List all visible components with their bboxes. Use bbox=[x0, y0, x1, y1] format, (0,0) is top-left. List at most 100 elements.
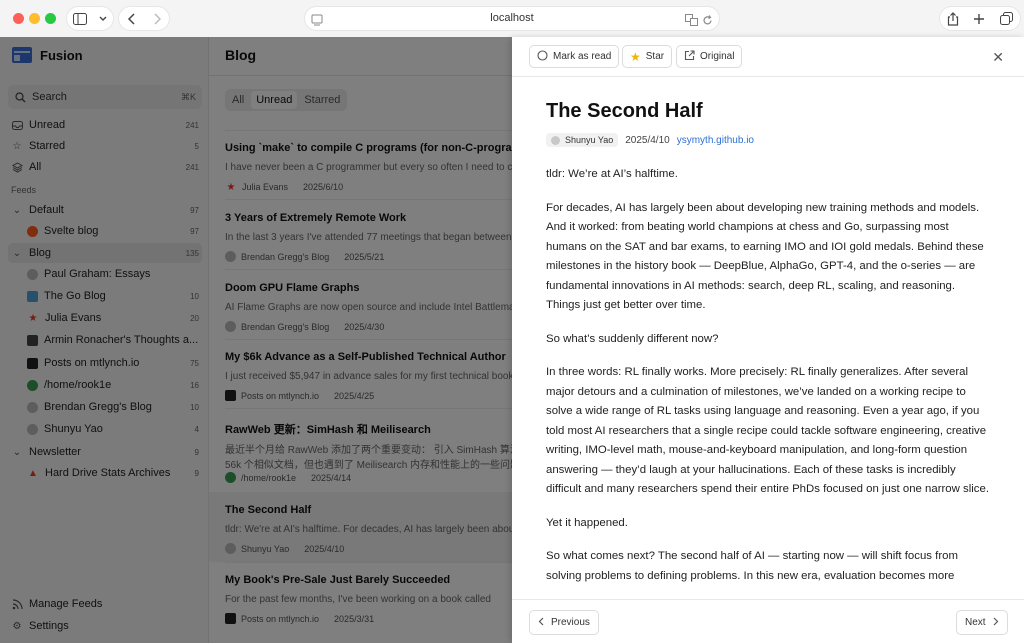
article-title: The Second Half bbox=[546, 100, 703, 122]
article-source-link[interactable]: ysymyth.github.io bbox=[677, 135, 754, 146]
feed-label: Julia Evans bbox=[45, 312, 102, 324]
entry-summary: AI Flame Graphs are now open source and … bbox=[225, 302, 512, 313]
share-icon[interactable] bbox=[947, 11, 959, 26]
close-icon[interactable]: ✕ bbox=[992, 49, 1004, 66]
star-button[interactable]: ★ Star bbox=[622, 45, 673, 68]
nav-all[interactable]: All 241 bbox=[8, 157, 202, 177]
list-item[interactable]: 3 Years of Extremely Remote Work In the … bbox=[225, 212, 512, 262]
entry-feed: Julia Evans bbox=[242, 182, 289, 192]
address-bar[interactable]: localhost bbox=[305, 7, 719, 30]
feed-count: 16 bbox=[190, 380, 199, 390]
entry-title: My $6k Advance as a Self-Published Techn… bbox=[225, 351, 506, 363]
feed-count: 10 bbox=[190, 291, 199, 301]
go-gopher-icon bbox=[27, 290, 38, 302]
feed-svelte-blog[interactable]: Svelte blog 97 bbox=[24, 221, 202, 241]
url-text: localhost bbox=[490, 12, 534, 24]
next-button[interactable]: Next bbox=[956, 610, 1008, 635]
nav-unread-count: 241 bbox=[185, 120, 199, 130]
entry-summary: tldr: We're at AI's halftime. For decade… bbox=[225, 524, 512, 535]
globe-icon bbox=[225, 543, 236, 554]
feed-armin-ronacher[interactable]: Armin Ronacher's Thoughts a... bbox=[24, 330, 202, 350]
chevron-down-icon[interactable]: ⌄ bbox=[11, 204, 23, 216]
feed-mtlynch[interactable]: Posts on mtlynch.io 75 bbox=[24, 353, 202, 373]
feed-label: The Go Blog bbox=[44, 290, 106, 302]
external-link-icon bbox=[684, 49, 695, 64]
list-item[interactable]: My $6k Advance as a Self-Published Techn… bbox=[225, 351, 512, 401]
svelte-icon bbox=[27, 225, 38, 237]
nav-starred[interactable]: ☆ Starred 5 bbox=[8, 136, 202, 156]
feed-count: 10 bbox=[190, 402, 199, 412]
gear-icon: ⚙ bbox=[12, 620, 22, 632]
globe-icon bbox=[225, 321, 236, 332]
list-item[interactable]: Using `make` to compile C programs (for … bbox=[225, 142, 512, 193]
sidebar-toggle-icon[interactable] bbox=[73, 12, 87, 25]
new-tab-icon[interactable] bbox=[973, 13, 985, 25]
feed-paul-graham[interactable]: Paul Graham: Essays bbox=[24, 264, 202, 284]
feed-julia-evans[interactable]: ★ Julia Evans 20 bbox=[24, 308, 202, 328]
entry-title: 3 Years of Extremely Remote Work bbox=[225, 212, 407, 224]
feed-rook1e[interactable]: /home/rook1e 16 bbox=[24, 375, 202, 395]
nav-unread[interactable]: Unread 241 bbox=[8, 115, 202, 135]
globe-icon bbox=[225, 251, 236, 262]
layers-icon bbox=[11, 161, 23, 173]
app-brand[interactable]: Fusion bbox=[12, 47, 83, 63]
original-label: Original bbox=[700, 51, 735, 62]
window-zoom-button[interactable] bbox=[45, 13, 56, 24]
nav-all-label: All bbox=[29, 161, 42, 173]
translate-icon[interactable] bbox=[685, 12, 698, 35]
group-default-count: 97 bbox=[190, 205, 199, 215]
reload-icon[interactable] bbox=[702, 12, 713, 35]
back-icon[interactable] bbox=[127, 12, 136, 25]
forward-icon[interactable] bbox=[153, 12, 161, 25]
globe-icon bbox=[27, 423, 38, 435]
settings-link[interactable]: ⚙ Settings bbox=[8, 616, 202, 636]
group-newsletter-count: 9 bbox=[194, 447, 199, 457]
list-item[interactable]: RawWeb 更新：SimHash 和 Meilisearch 最近半个月给 R… bbox=[225, 421, 512, 483]
avatar-icon bbox=[225, 390, 236, 401]
page-icon bbox=[311, 12, 323, 35]
group-blog[interactable]: ⌄ Blog 135 bbox=[8, 243, 202, 263]
group-newsletter[interactable]: ⌄ Newsletter 9 bbox=[8, 442, 202, 462]
chevron-down-icon[interactable] bbox=[99, 16, 107, 22]
filter-all[interactable]: All bbox=[227, 91, 249, 109]
entry-feed: /home/rook1e bbox=[241, 472, 297, 483]
previous-button[interactable]: Previous bbox=[529, 610, 599, 635]
article-body: tldr: We’re at AI’s halftime. For decade… bbox=[546, 165, 992, 599]
filter-unread[interactable]: Unread bbox=[251, 91, 298, 109]
avatar-icon bbox=[225, 613, 236, 624]
entry-feed: Posts on mtlynch.io bbox=[241, 613, 320, 624]
nav-all-count: 241 bbox=[185, 162, 199, 172]
manage-feeds-link[interactable]: Manage Feeds bbox=[8, 594, 202, 614]
feed-hard-drive-stats[interactable]: ▲ Hard Drive Stats Archives 9 bbox=[24, 463, 202, 483]
list-item[interactable]: My Book's Pre-Sale Just Barely Succeeded… bbox=[225, 574, 512, 624]
feed-label: Svelte blog bbox=[44, 225, 99, 237]
chevron-down-icon[interactable]: ⌄ bbox=[11, 446, 23, 458]
globe-icon bbox=[551, 135, 560, 145]
tabs-overview-icon[interactable] bbox=[999, 12, 1013, 25]
article-meta: Shunyu Yao 2025/4/10 ysymyth.github.io bbox=[546, 133, 754, 147]
entry-summary: For the past few months, I've been worki… bbox=[225, 594, 491, 605]
feed-shunyu-yao[interactable]: Shunyu Yao 4 bbox=[24, 419, 202, 439]
feed-go-blog[interactable]: The Go Blog 10 bbox=[24, 286, 202, 306]
list-item-selected[interactable]: The Second Half tldr: We're at AI's half… bbox=[225, 504, 512, 554]
entry-summary: 最近半个月给 RawWeb 添加了两个重要变动： 引入 SimHash 算法 bbox=[225, 445, 512, 454]
window-close-button[interactable] bbox=[13, 13, 24, 24]
original-button[interactable]: Original bbox=[676, 45, 743, 68]
avatar-icon bbox=[27, 334, 38, 346]
window-minimize-button[interactable] bbox=[29, 13, 40, 24]
manage-feeds-label: Manage Feeds bbox=[29, 598, 103, 610]
entry-date: 2025/4/30 bbox=[344, 321, 385, 332]
author-chip[interactable]: Shunyu Yao bbox=[546, 133, 619, 147]
group-default-label: Default bbox=[29, 204, 64, 216]
search-label: Search bbox=[32, 91, 67, 103]
search-button[interactable]: Search ⌘K bbox=[8, 85, 202, 109]
feed-label: Armin Ronacher's Thoughts a... bbox=[44, 334, 199, 346]
filter-starred[interactable]: Starred bbox=[299, 91, 345, 109]
entry-date: 2025/5/21 bbox=[344, 251, 385, 262]
group-default[interactable]: ⌄ Default 97 bbox=[8, 200, 202, 220]
history-nav-group bbox=[119, 7, 169, 30]
mark-as-read-button[interactable]: Mark as read bbox=[529, 45, 620, 68]
feed-brendan-gregg[interactable]: Brendan Gregg's Blog 10 bbox=[24, 397, 202, 417]
chevron-down-icon[interactable]: ⌄ bbox=[11, 247, 23, 259]
list-item[interactable]: Doom GPU Flame Graphs AI Flame Graphs ar… bbox=[225, 282, 512, 332]
